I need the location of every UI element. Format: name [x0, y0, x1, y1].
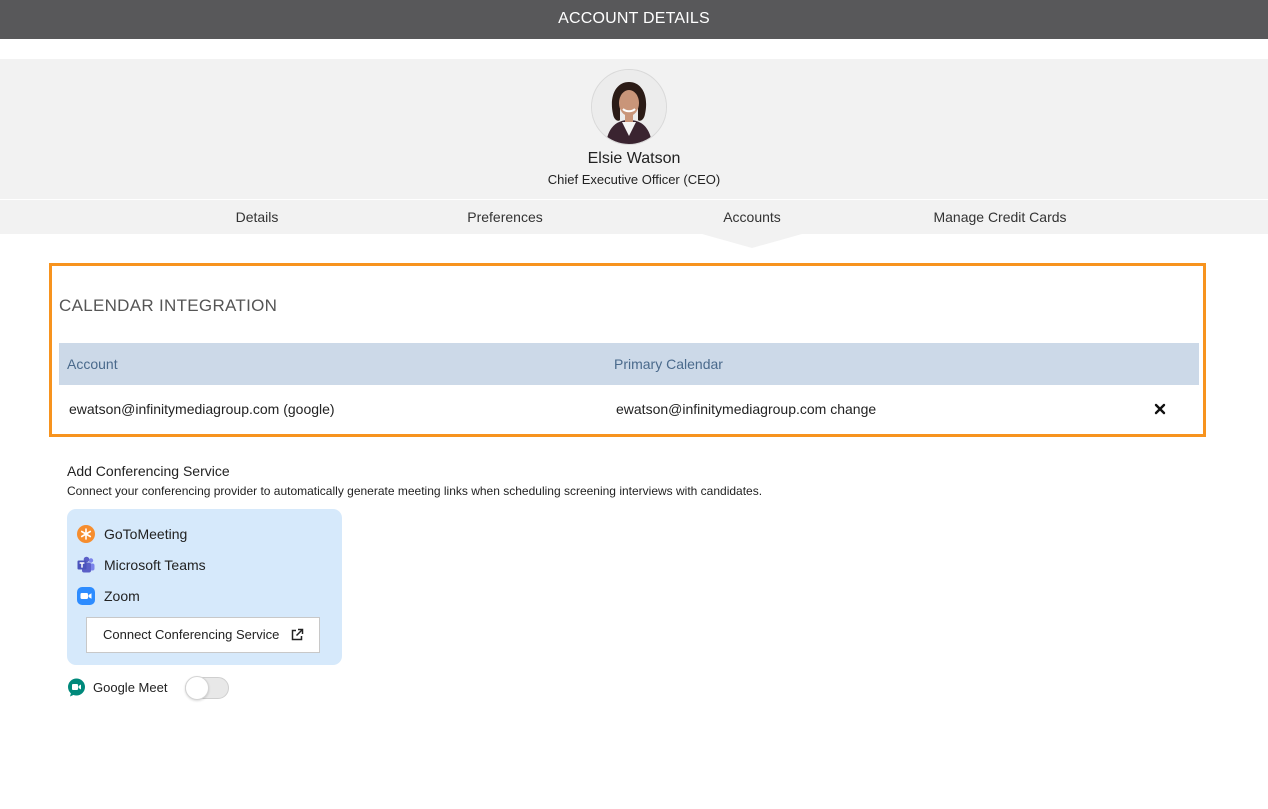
- close-icon[interactable]: [1153, 402, 1167, 416]
- external-link-icon: [291, 628, 304, 641]
- profile-name: Elsie Watson: [587, 150, 681, 167]
- zoom-icon: [77, 587, 95, 605]
- toggle-knob: [185, 676, 209, 700]
- google-meet-icon: [68, 678, 85, 697]
- avatar: [591, 69, 667, 145]
- tab-preferences[interactable]: Preferences: [467, 200, 542, 234]
- page-title: ACCOUNT DETAILS: [558, 10, 710, 27]
- profile-role: Chief Executive Officer (CEO): [547, 172, 721, 187]
- calendar-table-header: Account Primary Calendar: [59, 343, 1199, 385]
- google-meet-label: Google Meet: [93, 680, 168, 695]
- google-meet-toggle[interactable]: [185, 676, 229, 700]
- connect-conferencing-button[interactable]: Connect Conferencing Service: [86, 617, 320, 653]
- column-header-account: Account: [67, 356, 118, 372]
- column-header-primary-calendar: Primary Calendar: [614, 356, 723, 372]
- tab-manage-credit-cards[interactable]: Manage Credit Cards: [933, 200, 1066, 234]
- tab-details[interactable]: Details: [236, 200, 279, 234]
- tab-bar: Details Preferences Accounts Manage Cred…: [0, 200, 1268, 234]
- profile-section: Elsie Watson Chief Executive Officer (CE…: [0, 59, 1268, 199]
- conferencing-description: Connect your conferencing provider to au…: [67, 484, 763, 498]
- connect-conferencing-label: Connect Conferencing Service: [103, 627, 280, 642]
- service-label: Microsoft Teams: [104, 557, 206, 573]
- table-row: ewatson@infinitymediagroup.com (google) …: [59, 390, 1199, 428]
- service-label: GoToMeeting: [104, 526, 188, 542]
- primary-calendar-value[interactable]: ewatson@infinitymediagroup.com change: [616, 390, 876, 428]
- microsoft-teams-icon: [77, 556, 95, 573]
- page-header: ACCOUNT DETAILS: [0, 0, 1268, 39]
- active-tab-indicator: [702, 234, 802, 248]
- gotomeeting-icon: [77, 525, 95, 543]
- calendar-integration-title: CALENDAR INTEGRATION: [59, 296, 278, 315]
- conferencing-panel: GoToMeeting Microsoft Teams Zoom Connect…: [67, 509, 342, 665]
- conferencing-title: Add Conferencing Service: [67, 463, 230, 479]
- service-label: Zoom: [104, 588, 140, 604]
- tab-accounts[interactable]: Accounts: [723, 200, 781, 234]
- account-email: ewatson@infinitymediagroup.com (google): [69, 401, 335, 417]
- avatar-image: [592, 70, 666, 144]
